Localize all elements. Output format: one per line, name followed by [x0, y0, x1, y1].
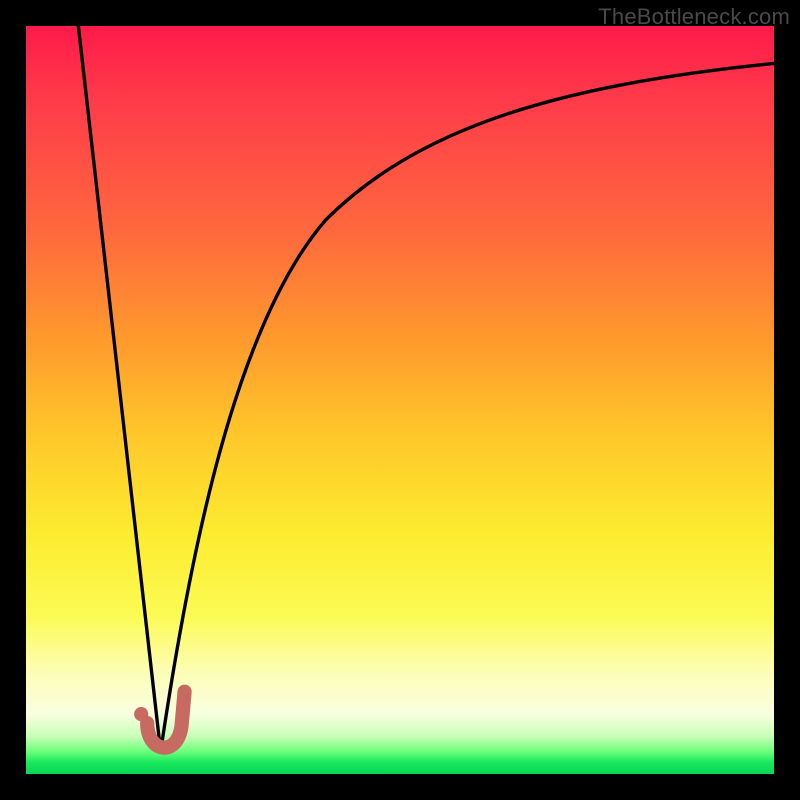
chart-frame: TheBottleneck.com [0, 0, 800, 800]
curve-right-branch [161, 63, 774, 751]
marker-dot-icon [134, 707, 148, 721]
plot-area [26, 26, 774, 774]
curve-left-branch [78, 26, 160, 752]
watermark-text: TheBottleneck.com [598, 4, 790, 30]
bottleneck-curve [26, 26, 774, 774]
